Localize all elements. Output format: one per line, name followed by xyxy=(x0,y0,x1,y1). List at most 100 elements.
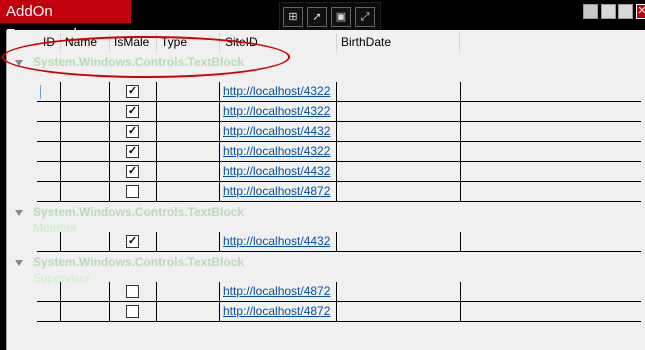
cell-border xyxy=(336,232,337,252)
cell-border xyxy=(60,162,61,182)
cell-border xyxy=(109,102,110,122)
data-grid: ID Name IsMale Type SiteID BirthDate Sys… xyxy=(6,30,645,350)
select-element-icon[interactable]: ⊞ xyxy=(283,7,303,27)
cell-border xyxy=(60,82,61,102)
minimize-button[interactable] xyxy=(601,4,616,19)
column-separator[interactable] xyxy=(336,33,337,53)
cell-border xyxy=(109,302,110,322)
cell-border xyxy=(460,232,461,252)
siteid-link[interactable]: http://localhost/4322 xyxy=(223,84,330,98)
cell-border xyxy=(336,142,337,162)
cell-border xyxy=(219,122,220,142)
ismale-checkbox[interactable] xyxy=(126,185,139,198)
group-header: System.Windows.Controls.TextBlock xyxy=(33,255,245,269)
pointer-icon[interactable]: ➚ xyxy=(307,7,327,27)
cell-border xyxy=(336,282,337,302)
table-row[interactable]: ✓ http://localhost/4432 xyxy=(37,122,641,142)
cell-border xyxy=(156,102,157,122)
theme-button[interactable] xyxy=(583,4,598,19)
cell-border xyxy=(60,302,61,322)
column-header-birthdate[interactable]: BirthDate xyxy=(341,33,391,51)
cell-border xyxy=(460,282,461,302)
cell-border xyxy=(60,142,61,162)
siteid-link[interactable]: http://localhost/4432 xyxy=(223,234,330,248)
ismale-checkbox[interactable]: ✓ xyxy=(126,145,139,158)
cell-border xyxy=(60,102,61,122)
cell-border xyxy=(460,182,461,202)
cell-border xyxy=(60,182,61,202)
group-expander-icon[interactable] xyxy=(15,260,23,266)
siteid-link[interactable]: http://localhost/4432 xyxy=(223,164,330,178)
group-expander-icon[interactable] xyxy=(15,210,23,216)
cell-border xyxy=(156,122,157,142)
cell-border xyxy=(156,282,157,302)
group-header: System.Windows.Controls.TextBlock xyxy=(33,205,245,219)
cell-border xyxy=(460,102,461,122)
ismale-checkbox[interactable] xyxy=(126,305,139,318)
cell-border xyxy=(219,302,220,322)
maximize-button[interactable] xyxy=(618,4,633,19)
cell-border xyxy=(156,162,157,182)
cell-border xyxy=(336,182,337,202)
cell-border xyxy=(219,82,220,102)
cell-border xyxy=(60,282,61,302)
cell-border xyxy=(109,122,110,142)
cell-border xyxy=(219,282,220,302)
siteid-link[interactable]: http://localhost/4432 xyxy=(223,124,330,138)
ismale-checkbox[interactable]: ✓ xyxy=(126,235,139,248)
cell-border xyxy=(156,232,157,252)
cell-border xyxy=(336,302,337,322)
table-row[interactable]: ✓ http://localhost/4322 xyxy=(37,102,641,122)
table-row[interactable]: http://localhost/4872 xyxy=(37,182,641,202)
cell-border xyxy=(219,142,220,162)
cell-border xyxy=(156,302,157,322)
cell-border xyxy=(460,122,461,142)
ismale-checkbox[interactable]: ✓ xyxy=(126,105,139,118)
frame-icon[interactable]: ▣ xyxy=(331,7,351,27)
cell-border xyxy=(156,142,157,162)
cell-border xyxy=(460,302,461,322)
cell-border xyxy=(60,122,61,142)
table-row[interactable]: ✓ http://localhost/4322 xyxy=(37,142,641,162)
cell-border xyxy=(336,122,337,142)
floating-toolbar: ⊞ ➚ ▣ ⤢ xyxy=(279,2,381,32)
table-row[interactable]: http://localhost/4872 xyxy=(37,302,641,322)
cell-border xyxy=(219,232,220,252)
column-separator[interactable] xyxy=(459,33,460,53)
table-row[interactable]: ✓ http://localhost/4432 xyxy=(37,232,641,252)
resize-icon[interactable]: ⤢ xyxy=(355,7,375,27)
cell-border xyxy=(109,232,110,252)
cell-border xyxy=(336,162,337,182)
cell-border xyxy=(109,142,110,162)
cell-border xyxy=(336,82,337,102)
ismale-checkbox[interactable]: ✓ xyxy=(126,85,139,98)
siteid-link[interactable]: http://localhost/4872 xyxy=(223,284,330,298)
cell-border xyxy=(109,82,110,102)
table-row[interactable]: http://localhost/4872 xyxy=(37,282,641,302)
cell-border xyxy=(109,162,110,182)
cell-border xyxy=(460,142,461,162)
cell-border xyxy=(460,162,461,182)
cell-caret xyxy=(40,85,41,99)
siteid-link[interactable]: http://localhost/4322 xyxy=(223,104,330,118)
ismale-checkbox[interactable]: ✓ xyxy=(126,165,139,178)
table-row[interactable]: ✓ http://localhost/4432 xyxy=(37,162,641,182)
cell-border xyxy=(219,162,220,182)
cell-border xyxy=(460,82,461,102)
siteid-link[interactable]: http://localhost/4322 xyxy=(223,144,330,158)
cell-border xyxy=(219,182,220,202)
siteid-link[interactable]: http://localhost/4872 xyxy=(223,184,330,198)
cell-border xyxy=(219,102,220,122)
cell-border xyxy=(60,232,61,252)
cell-border xyxy=(336,102,337,122)
ismale-checkbox[interactable] xyxy=(126,285,139,298)
siteid-link[interactable]: http://localhost/4872 xyxy=(223,304,330,318)
annotation-circle xyxy=(2,36,290,78)
table-row[interactable]: ✓ http://localhost/4322 xyxy=(37,82,641,102)
cell-border xyxy=(109,282,110,302)
cell-border xyxy=(156,182,157,202)
cell-border xyxy=(156,82,157,102)
cell-border xyxy=(109,182,110,202)
close-button[interactable]: ✕ xyxy=(636,4,645,19)
ismale-checkbox[interactable]: ✓ xyxy=(126,125,139,138)
